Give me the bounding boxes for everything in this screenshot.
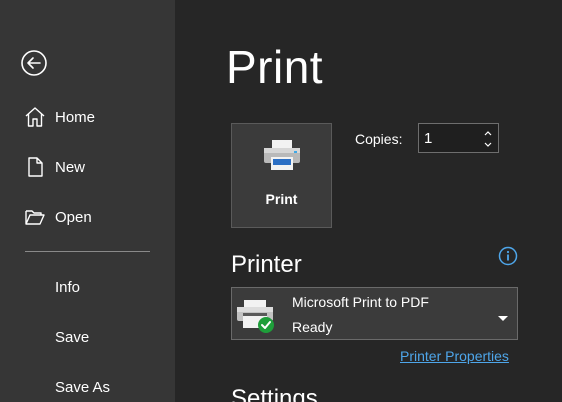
- pdf-printer-icon: [236, 299, 278, 340]
- backstage-sidebar: Home New Open Info Save Save As: [0, 0, 175, 402]
- sidebar-item-save[interactable]: Save: [0, 317, 175, 357]
- folder-open-icon: [24, 206, 46, 228]
- printer-dropdown[interactable]: Microsoft Print to PDF Ready: [231, 287, 518, 340]
- printer-properties-link[interactable]: Printer Properties: [400, 348, 509, 364]
- back-button[interactable]: [20, 49, 48, 77]
- printer-section-heading: Printer: [231, 251, 302, 278]
- sidebar-item-label: Home: [55, 108, 96, 126]
- print-button-label: Print: [265, 191, 298, 207]
- sidebar-item-home[interactable]: Home: [0, 97, 175, 137]
- sidebar-divider: [25, 251, 150, 252]
- sidebar-item-label: Save As: [55, 378, 111, 396]
- page-title: Print: [226, 41, 324, 93]
- sidebar-item-label: Info: [55, 278, 81, 296]
- sidebar-item-label: New: [55, 158, 86, 176]
- printer-icon: [263, 139, 301, 176]
- back-arrow-icon: [21, 50, 47, 76]
- chevron-up-icon[interactable]: [482, 126, 494, 138]
- chevron-down-icon[interactable]: [482, 138, 494, 150]
- sidebar-item-new[interactable]: New: [0, 147, 175, 187]
- sidebar-item-save-as[interactable]: Save As: [0, 367, 175, 402]
- sidebar-item-info[interactable]: Info: [0, 267, 175, 307]
- info-icon[interactable]: [498, 246, 518, 266]
- sidebar-item-open[interactable]: Open: [0, 197, 175, 237]
- printer-status: Ready: [292, 319, 333, 335]
- settings-section-heading: Settings: [231, 385, 318, 402]
- home-icon: [24, 106, 46, 128]
- selected-printer-name: Microsoft Print to PDF: [292, 294, 429, 310]
- print-pane: Print Print Copies: 1 Printer Microsoft …: [175, 0, 562, 402]
- sidebar-item-label: Save: [55, 328, 90, 346]
- sidebar-item-label: Open: [55, 208, 92, 226]
- copies-input[interactable]: [424, 128, 476, 148]
- print-button[interactable]: Print: [231, 123, 332, 228]
- print-backstage: Home New Open Info Save Save As Print Pr…: [0, 0, 562, 402]
- dropdown-arrow-icon: [497, 310, 509, 328]
- copies-label: Copies:: [355, 131, 403, 147]
- copies-stepper: [418, 123, 499, 153]
- new-document-icon: [24, 156, 46, 178]
